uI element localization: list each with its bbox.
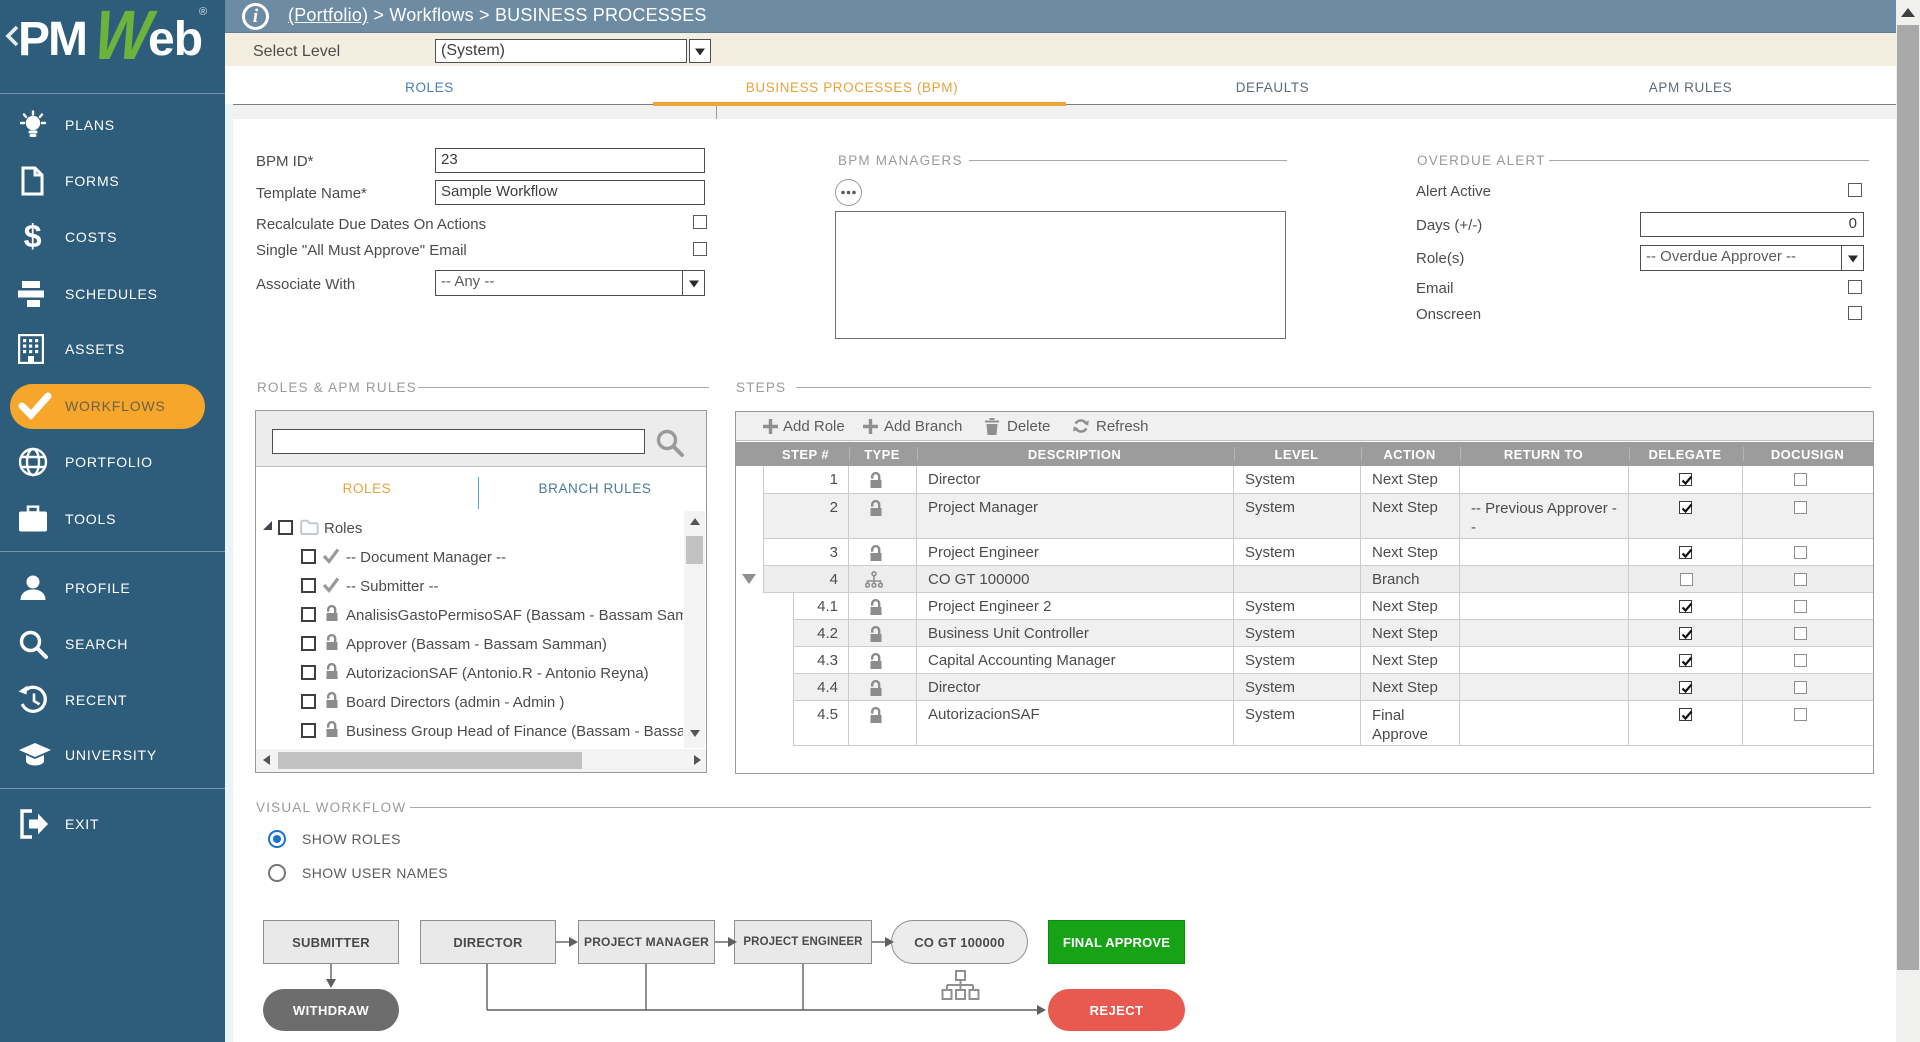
svg-text:$: $	[24, 221, 43, 253]
